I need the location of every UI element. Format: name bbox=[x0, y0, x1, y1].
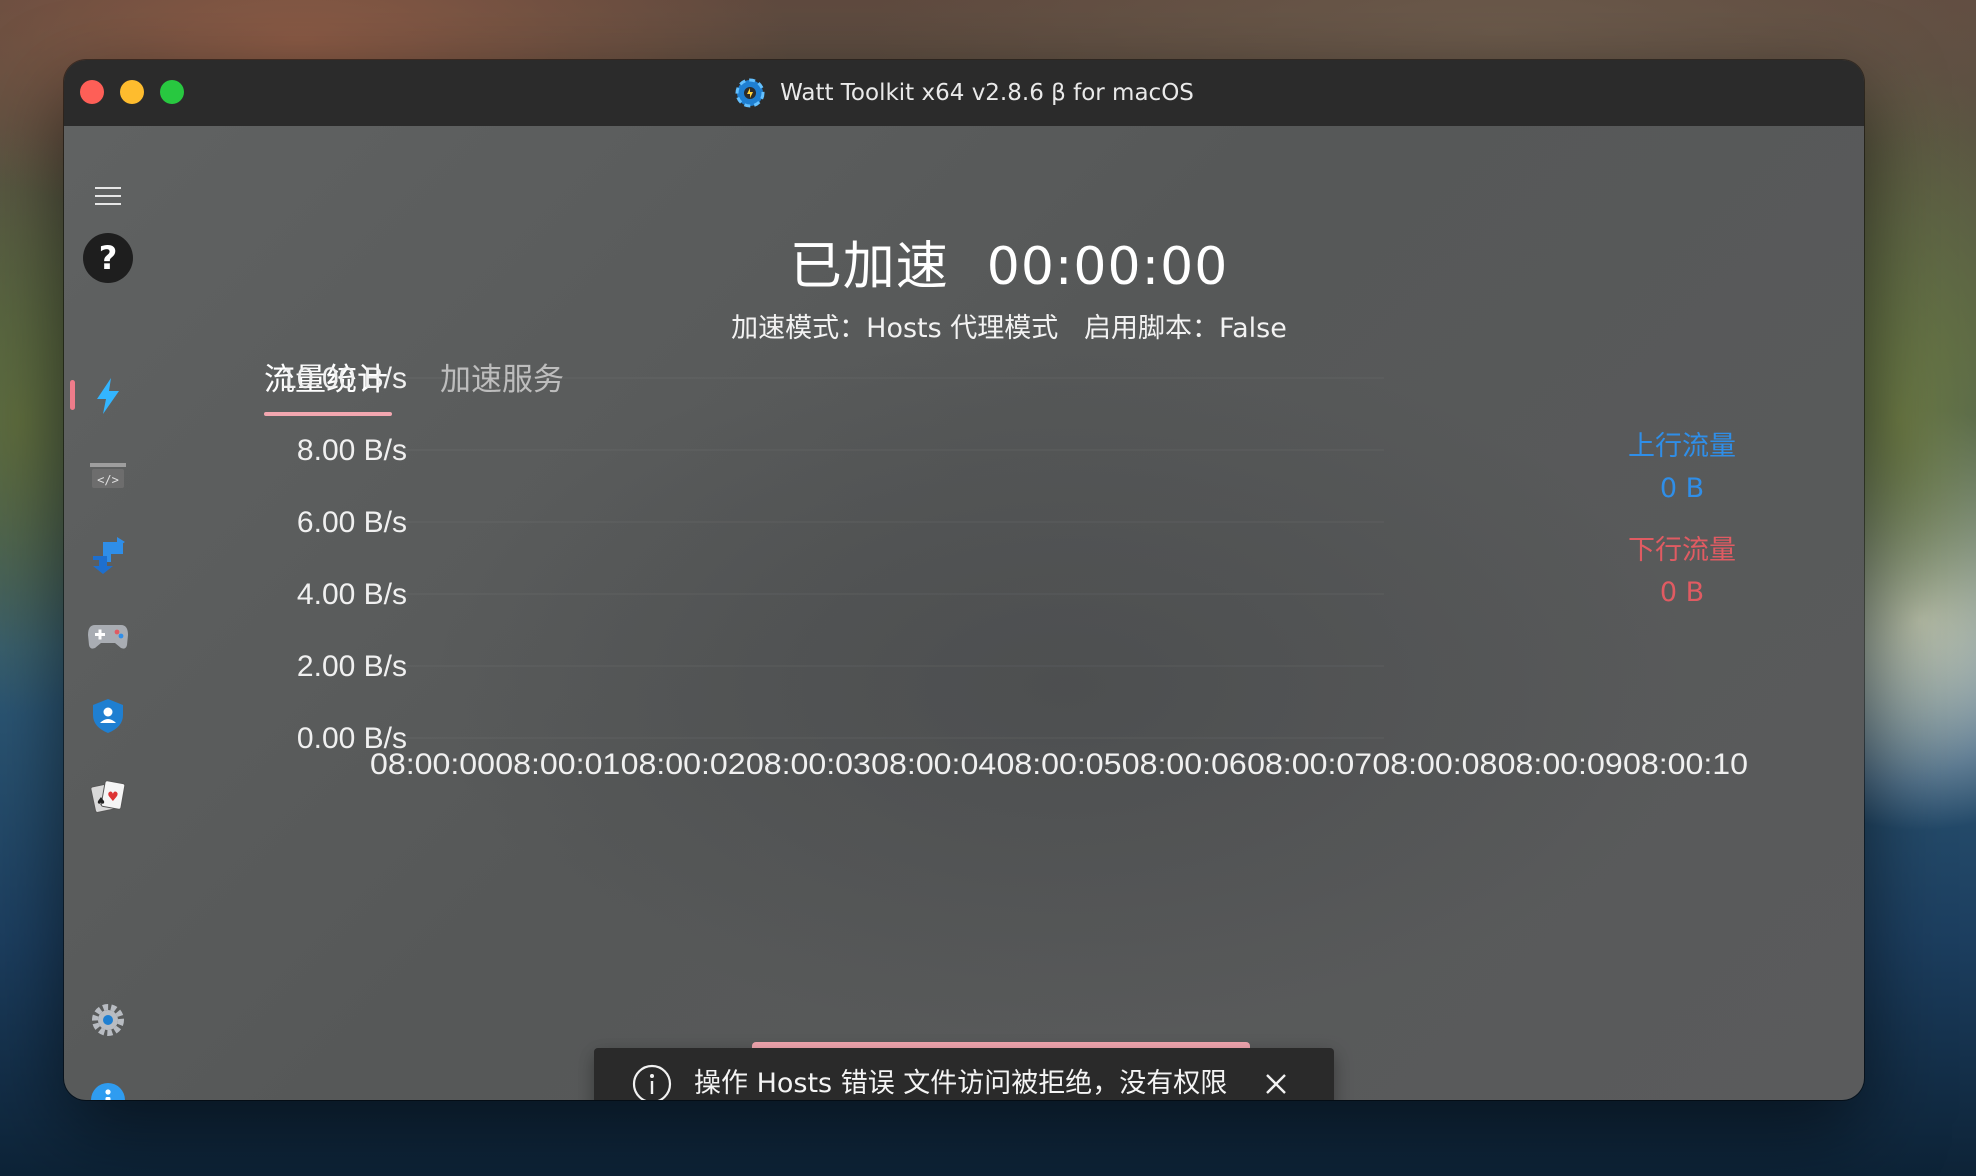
legend-download-value: 0 B bbox=[1659, 577, 1705, 608]
app-window: Watt Toolkit x64 v2.8.6 β for macOS ? </… bbox=[64, 60, 1864, 1100]
chart-y-tick-label: 6.00 B/s bbox=[297, 506, 407, 539]
chart-legend: 上行流量 0 B 下行流量 0 B bbox=[1612, 426, 1752, 614]
chart-x-tick-label: 08:00:07 bbox=[1247, 748, 1372, 781]
chart-x-tick-label: 08:00:04 bbox=[871, 748, 996, 781]
window-title-group: Watt Toolkit x64 v2.8.6 β for macOS bbox=[64, 60, 1864, 126]
info-circle-icon bbox=[632, 1064, 672, 1100]
legend-upload-label: 上行流量 bbox=[1628, 431, 1736, 462]
chart-y-tick-label: 2.00 B/s bbox=[297, 650, 407, 683]
traffic-chart: 10.00 B/s 8.00 B/s 6.00 B/s 4.00 B/s 2.00 B/… bbox=[280, 362, 1748, 781]
chart-x-tick-label: 08:00:00 bbox=[370, 748, 495, 781]
chart-x-tick-label: 08:00:09 bbox=[1498, 748, 1623, 781]
chart-x-tick-label: 08:00:05 bbox=[997, 748, 1122, 781]
legend-download-label: 下行流量 bbox=[1628, 535, 1736, 566]
chart-y-tick-label: 10.00 B/s bbox=[280, 362, 407, 395]
close-icon[interactable] bbox=[1262, 1070, 1290, 1098]
chart-y-tick-label: 8.00 B/s bbox=[297, 434, 407, 467]
chart-x-tick-label: 08:00:01 bbox=[495, 748, 620, 781]
chart-x-tick-label: 08:00:08 bbox=[1372, 748, 1497, 781]
main-content: ? </> ♥ ♠ 已加速 00:00:00 加速模式：Hosts 代理模式 启… bbox=[64, 126, 1864, 1100]
chart-y-tick-label: 4.00 B/s bbox=[297, 578, 407, 611]
chart-x-tick-label: 08:00:10 bbox=[1623, 748, 1748, 781]
chart-x-tick-label: 08:00:03 bbox=[746, 748, 871, 781]
chart-x-tick-label: 08:00:06 bbox=[1122, 748, 1247, 781]
chart-x-tick-label: 08:00:02 bbox=[621, 748, 746, 781]
title-bar[interactable]: Watt Toolkit x64 v2.8.6 β for macOS bbox=[64, 60, 1864, 127]
window-title: Watt Toolkit x64 v2.8.6 β for macOS bbox=[780, 80, 1194, 106]
notification-message: 操作 Hosts 错误 文件访问被拒绝，没有权限 bbox=[694, 1068, 1228, 1099]
legend-upload-value: 0 B bbox=[1659, 473, 1705, 504]
error-notification: 操作 Hosts 错误 文件访问被拒绝，没有权限 bbox=[594, 1048, 1334, 1100]
app-logo-icon bbox=[735, 78, 765, 108]
